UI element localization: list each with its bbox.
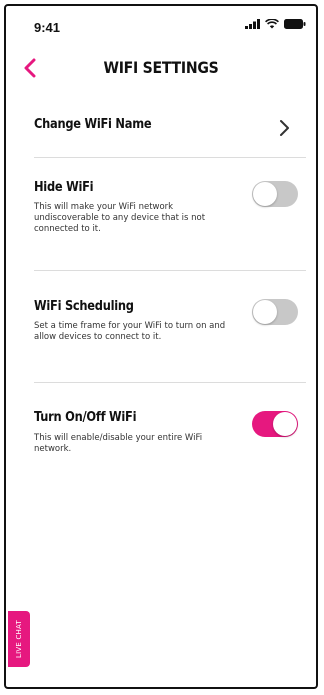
- hide-wifi-title: Hide WiFi: [34, 180, 94, 195]
- change-wifi-name-title: Change WiFi Name: [34, 117, 152, 132]
- phone-screen: 9:41 WIFI SETTINGS Change WiFi Name Hide…: [4, 4, 318, 689]
- wifi-icon: [265, 19, 279, 29]
- wifi-scheduling-toggle[interactable]: [252, 299, 298, 325]
- turn-on-off-wifi-row: Turn On/Off WiFi This will enable/disabl…: [34, 383, 306, 483]
- change-wifi-name-row[interactable]: Change WiFi Name: [34, 98, 306, 158]
- signal-icon: [245, 19, 260, 29]
- wifi-scheduling-row: WiFi Scheduling Set a time frame for you…: [34, 271, 306, 383]
- live-chat-tab[interactable]: LIVE CHAT: [8, 611, 30, 667]
- header: WIFI SETTINGS: [6, 50, 316, 90]
- status-icons: [245, 19, 306, 29]
- page-title: WIFI SETTINGS: [103, 58, 219, 77]
- battery-icon: [284, 19, 306, 29]
- turn-on-off-wifi-title: Turn On/Off WiFi: [34, 410, 137, 425]
- toggle-knob: [253, 182, 277, 206]
- status-bar: 9:41: [6, 6, 316, 42]
- hide-wifi-toggle[interactable]: [252, 181, 298, 207]
- turn-on-off-wifi-toggle[interactable]: [252, 411, 298, 437]
- hide-wifi-description: This will make your WiFi network undisco…: [34, 202, 206, 234]
- wifi-scheduling-description: Set a time frame for your WiFi to turn o…: [34, 321, 226, 342]
- wifi-scheduling-title: WiFi Scheduling: [34, 299, 134, 314]
- turn-on-off-wifi-description: This will enable/disable your entire WiF…: [34, 433, 203, 454]
- toggle-knob: [253, 300, 277, 324]
- chevron-right-icon[interactable]: [278, 118, 292, 138]
- settings-list: Change WiFi Name Hide WiFi This will mak…: [6, 98, 316, 483]
- status-time: 9:41: [34, 20, 61, 35]
- live-chat-label: LIVE CHAT: [15, 620, 23, 658]
- toggle-knob: [273, 412, 297, 436]
- hide-wifi-row: Hide WiFi This will make your WiFi netwo…: [34, 158, 306, 271]
